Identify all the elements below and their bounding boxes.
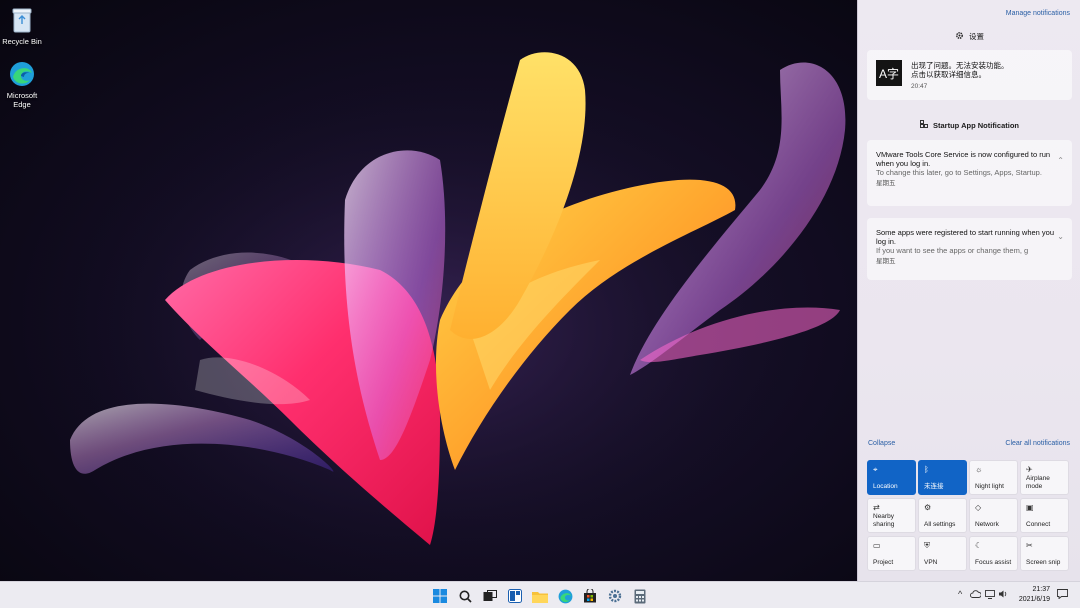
quick-setting-tile[interactable]: ☾ Focus assist bbox=[969, 536, 1018, 571]
clear-all-notifications-link[interactable]: Clear all notifications bbox=[1005, 440, 1070, 447]
search-icon[interactable] bbox=[456, 587, 474, 605]
store-icon[interactable] bbox=[581, 587, 599, 605]
settings-icon: ⚙ bbox=[924, 503, 932, 512]
file-explorer-icon[interactable] bbox=[531, 587, 549, 605]
quick-setting-tile[interactable]: ✈ Airplane mode bbox=[1020, 460, 1069, 495]
notification-card-vmware[interactable]: VMware Tools Core Service is now configu… bbox=[867, 140, 1072, 206]
location-icon: ⌖ bbox=[873, 465, 878, 474]
ime-icon: A字 bbox=[876, 60, 902, 86]
collapse-link[interactable]: Collapse bbox=[868, 440, 895, 447]
clock-time: 21:37 bbox=[1032, 586, 1050, 593]
settings-group-header: 设置 bbox=[858, 31, 1080, 42]
notification-card-settings[interactable]: A字 出现了问题。无法安装功能。 点击以获取详细信息。 20:47 bbox=[867, 50, 1072, 100]
notification-title: Some apps were registered to start runni… bbox=[876, 228, 1055, 246]
notification-body: To change this later, go to Settings, Ap… bbox=[876, 168, 1042, 177]
quick-setting-label: VPN bbox=[924, 559, 938, 566]
quick-setting-tile[interactable]: ⌖ Location bbox=[867, 460, 916, 495]
quick-setting-label: 未连接 bbox=[924, 483, 944, 490]
chevron-down-icon[interactable]: ⌄ bbox=[1057, 232, 1064, 241]
desktop-icon-label: Recycle Bin bbox=[2, 37, 42, 46]
bluetooth-icon: ᛒ bbox=[924, 465, 929, 474]
startup-group-header: Startup App Notification bbox=[858, 120, 1080, 130]
connect-icon: ▣ bbox=[1026, 503, 1034, 512]
chevron-up-icon[interactable]: ⌃ bbox=[1057, 156, 1064, 165]
quick-setting-label: Airplane mode bbox=[1026, 475, 1050, 490]
gear-icon bbox=[955, 31, 964, 42]
airplane-icon: ✈ bbox=[1026, 465, 1033, 474]
desktop-icon-edge[interactable]: Microsoft Edge bbox=[0, 60, 44, 109]
desktop-icon-label: Microsoft Edge bbox=[6, 91, 38, 109]
quick-setting-label: Screen snip bbox=[1026, 559, 1061, 566]
quick-setting-label: All settings bbox=[924, 521, 956, 528]
notification-center-icon[interactable] bbox=[1057, 589, 1068, 601]
widgets-icon[interactable] bbox=[506, 587, 524, 605]
startup-app-icon bbox=[920, 120, 929, 130]
settings-group-title: 设置 bbox=[969, 32, 984, 41]
recycle-bin-icon bbox=[8, 6, 36, 34]
edge-icon[interactable] bbox=[556, 587, 574, 605]
desktop[interactable]: Recycle Bin Microsoft Edge bbox=[0, 0, 857, 581]
screen-snip-icon: ✂ bbox=[1026, 541, 1033, 550]
wallpaper-bloom bbox=[50, 52, 846, 581]
taskbar: ^ 21:37 2021/6/19 bbox=[0, 581, 1080, 608]
quick-setting-tile[interactable]: ✂ Screen snip bbox=[1020, 536, 1069, 571]
desktop-icon-recycle-bin[interactable]: Recycle Bin bbox=[0, 6, 44, 46]
notification-time: 星期五 bbox=[876, 258, 896, 265]
start-icon[interactable] bbox=[431, 587, 449, 605]
network-icon[interactable] bbox=[985, 590, 995, 601]
night-light-icon: ☼ bbox=[975, 465, 983, 474]
quick-setting-label: Network bbox=[975, 521, 999, 528]
quick-setting-tile[interactable]: ▣ Connect bbox=[1020, 498, 1069, 533]
quick-setting-label: Night light bbox=[975, 483, 1004, 490]
quick-setting-tile[interactable]: ᛒ 未连接 bbox=[918, 460, 967, 495]
tray-overflow-chevron[interactable]: ^ bbox=[958, 589, 962, 599]
edge-icon bbox=[8, 60, 36, 88]
onedrive-icon[interactable] bbox=[970, 590, 982, 600]
nearby-sharing-icon: ⇄ bbox=[873, 503, 880, 512]
quick-setting-tile[interactable]: ⇄ Nearby sharing bbox=[867, 498, 916, 533]
quick-setting-tile[interactable]: ☼ Night light bbox=[969, 460, 1018, 495]
quick-setting-label: Focus assist bbox=[975, 559, 1012, 566]
notification-card-startup-apps[interactable]: Some apps were registered to start runni… bbox=[867, 218, 1072, 280]
project-icon: ▭ bbox=[873, 541, 881, 550]
quick-setting-label: Location bbox=[873, 483, 898, 490]
notification-line1: 出现了问题。无法安装功能。 bbox=[911, 61, 1009, 70]
notification-body: If you want to see the apps or change th… bbox=[876, 246, 1029, 255]
notification-center: Manage notifications 设置 A字 出现了问题。无法安装功能。… bbox=[857, 0, 1080, 581]
focus-assist-icon: ☾ bbox=[975, 541, 983, 550]
settings-icon[interactable] bbox=[606, 587, 624, 605]
quick-setting-label: Nearby sharing bbox=[873, 513, 895, 528]
task-view-icon[interactable] bbox=[481, 587, 499, 605]
startup-group-title: Startup App Notification bbox=[933, 120, 1019, 130]
manage-notifications-link[interactable]: Manage notifications bbox=[1006, 10, 1070, 17]
quick-setting-label: Connect bbox=[1026, 521, 1051, 528]
quick-setting-tile[interactable]: ⚙ All settings bbox=[918, 498, 967, 533]
quick-setting-tile[interactable]: ▭ Project bbox=[867, 536, 916, 571]
volume-icon[interactable] bbox=[998, 589, 1008, 601]
vpn-icon: ⛨ bbox=[924, 541, 930, 550]
notification-time: 20:47 bbox=[911, 83, 928, 90]
quick-setting-tile[interactable]: ◇ Network bbox=[969, 498, 1018, 533]
quick-setting-label: Project bbox=[873, 559, 894, 566]
quick-setting-tile[interactable]: ⛨ VPN bbox=[918, 536, 967, 571]
notification-line2: 点击以获取详细信息。 bbox=[911, 70, 986, 79]
network-icon: ◇ bbox=[975, 503, 982, 512]
clock-date: 2021/6/19 bbox=[1018, 596, 1050, 603]
notification-title: VMware Tools Core Service is now configu… bbox=[876, 150, 1051, 168]
notification-time: 星期五 bbox=[876, 180, 896, 187]
calculator-icon[interactable] bbox=[631, 587, 649, 605]
taskbar-clock[interactable]: 21:37 2021/6/19 bbox=[1019, 585, 1050, 605]
